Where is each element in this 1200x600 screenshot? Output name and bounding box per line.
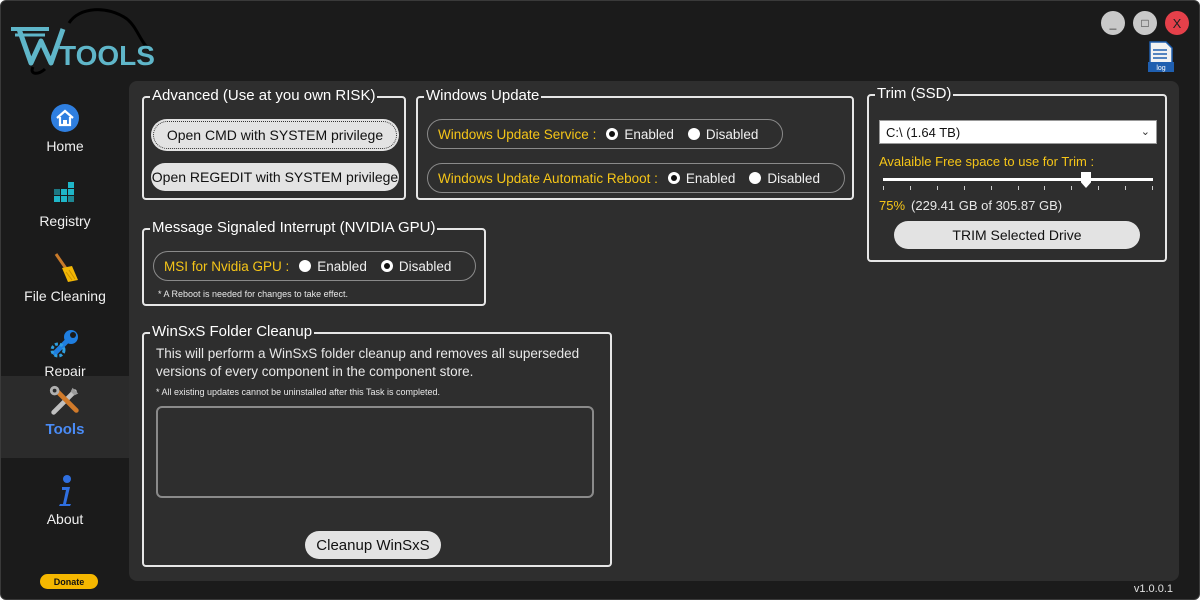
windows-update-reboot-enabled-radio[interactable]: Enabled [667,171,735,186]
cleanup-winsxs-button[interactable]: Cleanup WinSxS [305,531,441,559]
slider-thumb[interactable] [1081,172,1091,188]
advanced-group-title: Advanced (Use at you own RISK) [150,87,378,104]
windows-update-service-disabled-radio[interactable]: Disabled [687,127,758,142]
msi-control: MSI for Nvidia GPU : Enabled Disabled [153,251,477,281]
winsxs-description: This will perform a WinSxS folder cleanu… [156,346,580,379]
msi-enabled-radio[interactable]: Enabled [299,259,367,274]
windows-update-reboot-disabled-radio[interactable]: Disabled [749,171,820,186]
version-label: v1.0.0.1 [1133,583,1173,595]
trim-percent-value: 75% [879,198,906,213]
drive-select[interactable]: C:\ (1.64 TB) ⌄ [879,120,1157,144]
radio-dot-checked [380,260,393,272]
radio-dot [749,172,762,184]
slider-tick [1125,186,1126,190]
open-cmd-button[interactable]: Open CMD with SYSTEM privilege [153,121,397,149]
slider-tick [883,186,884,190]
sidebar-item-label: About [46,511,84,527]
trim-group: Trim (SSD) C:\ (1.64 TB) ⌄ Avalaible Fre… [867,85,1167,262]
radio-dot [687,128,700,140]
svg-text:TOOLS: TOOLS [59,40,155,71]
sidebar-item-label: Registry [39,213,91,229]
broom-icon [48,251,82,285]
trim-slider[interactable] [883,172,1153,190]
msi-disabled-radio[interactable]: Disabled [380,259,451,274]
donate-button[interactable]: Donate [40,574,98,589]
chevron-down-icon: ⌄ [1140,126,1150,138]
msi-label: MSI for Nvidia GPU : [164,258,290,274]
sidebar-item-tools[interactable]: Tools [1,376,129,458]
minimize-button[interactable]: _ [1101,11,1125,35]
windows-update-reboot-control: Windows Update Automatic Reboot : Enable… [427,163,845,193]
advanced-group: Advanced (Use at you own RISK) Open CMD … [142,87,406,200]
info-icon [48,474,82,508]
slider-tick [1152,186,1153,190]
log-file-icon[interactable]: log [1147,41,1175,75]
slider-tick [964,186,965,190]
windows-update-service-label: Windows Update Service : [438,126,597,142]
winsxs-group: WinSxS Folder Cleanup This will perform … [142,323,612,567]
winsxs-output-textarea[interactable] [156,406,594,498]
trim-group-title: Trim (SSD) [875,85,954,102]
windows-update-group: Windows Update Windows Update Service : … [416,87,854,200]
slider-tick [1071,186,1072,190]
trim-free-detail: (229.41 GB of 305.87 GB) [911,198,1063,213]
radio-dot-checked [606,128,619,140]
sidebar-item-home[interactable]: Home [1,93,129,175]
svg-text:log: log [1156,65,1165,72]
slider-tick [937,186,938,190]
window-controls: _ □ X [1101,11,1189,35]
open-regedit-button[interactable]: Open REGEDIT with SYSTEM privilege [151,163,399,191]
slider-tick [910,186,911,190]
tools-icon [48,384,82,418]
app-window: TOOLS _ □ X log Home Registry File Clean… [0,0,1200,600]
msi-group: Message Signaled Interrupt (NVIDIA GPU) … [142,219,486,306]
msi-group-title: Message Signaled Interrupt (NVIDIA GPU) [150,219,438,236]
drive-select-value: C:\ (1.64 TB) [886,124,961,140]
sidebar: Home Registry File Cleaning Repair Tools [1,87,129,599]
slider-tick [991,186,992,190]
main-panel: Advanced (Use at you own RISK) Open CMD … [129,81,1179,581]
sidebar-item-file-cleaning[interactable]: File Cleaning [1,243,129,325]
slider-tick [1098,186,1099,190]
winsxs-group-title: WinSxS Folder Cleanup [150,323,315,340]
registry-icon [48,176,82,210]
maximize-button[interactable]: □ [1133,11,1157,35]
slider-track [883,178,1153,181]
close-button[interactable]: X [1165,11,1189,35]
winsxs-note: * All existing updates cannot be uninsta… [156,387,441,397]
windows-update-group-title: Windows Update [424,87,542,104]
windows-update-reboot-label: Windows Update Automatic Reboot : [438,170,658,186]
sidebar-item-label: Tools [45,421,85,438]
sidebar-item-about[interactable]: About [1,466,129,548]
wrench-icon [48,326,82,360]
radio-dot-checked [667,172,680,184]
radio-dot [299,260,312,272]
app-logo: TOOLS [9,5,159,77]
trim-selected-drive-button[interactable]: TRIM Selected Drive [894,221,1140,249]
windows-update-service-control: Windows Update Service : Enabled Disable… [427,119,784,149]
sidebar-item-registry[interactable]: Registry [1,168,129,250]
windows-update-service-enabled-radio[interactable]: Enabled [606,127,674,142]
trim-percentage: 75% (229.41 GB of 305.87 GB) [879,198,1062,213]
slider-tick [1018,186,1019,190]
sidebar-item-label: File Cleaning [24,288,106,304]
slider-tick [1044,186,1045,190]
msi-reboot-note: * A Reboot is needed for changes to take… [158,289,348,299]
home-icon [48,101,82,135]
trim-free-space-label: Avalaible Free space to use for Trim : [879,154,1095,169]
sidebar-item-label: Home [46,138,84,154]
